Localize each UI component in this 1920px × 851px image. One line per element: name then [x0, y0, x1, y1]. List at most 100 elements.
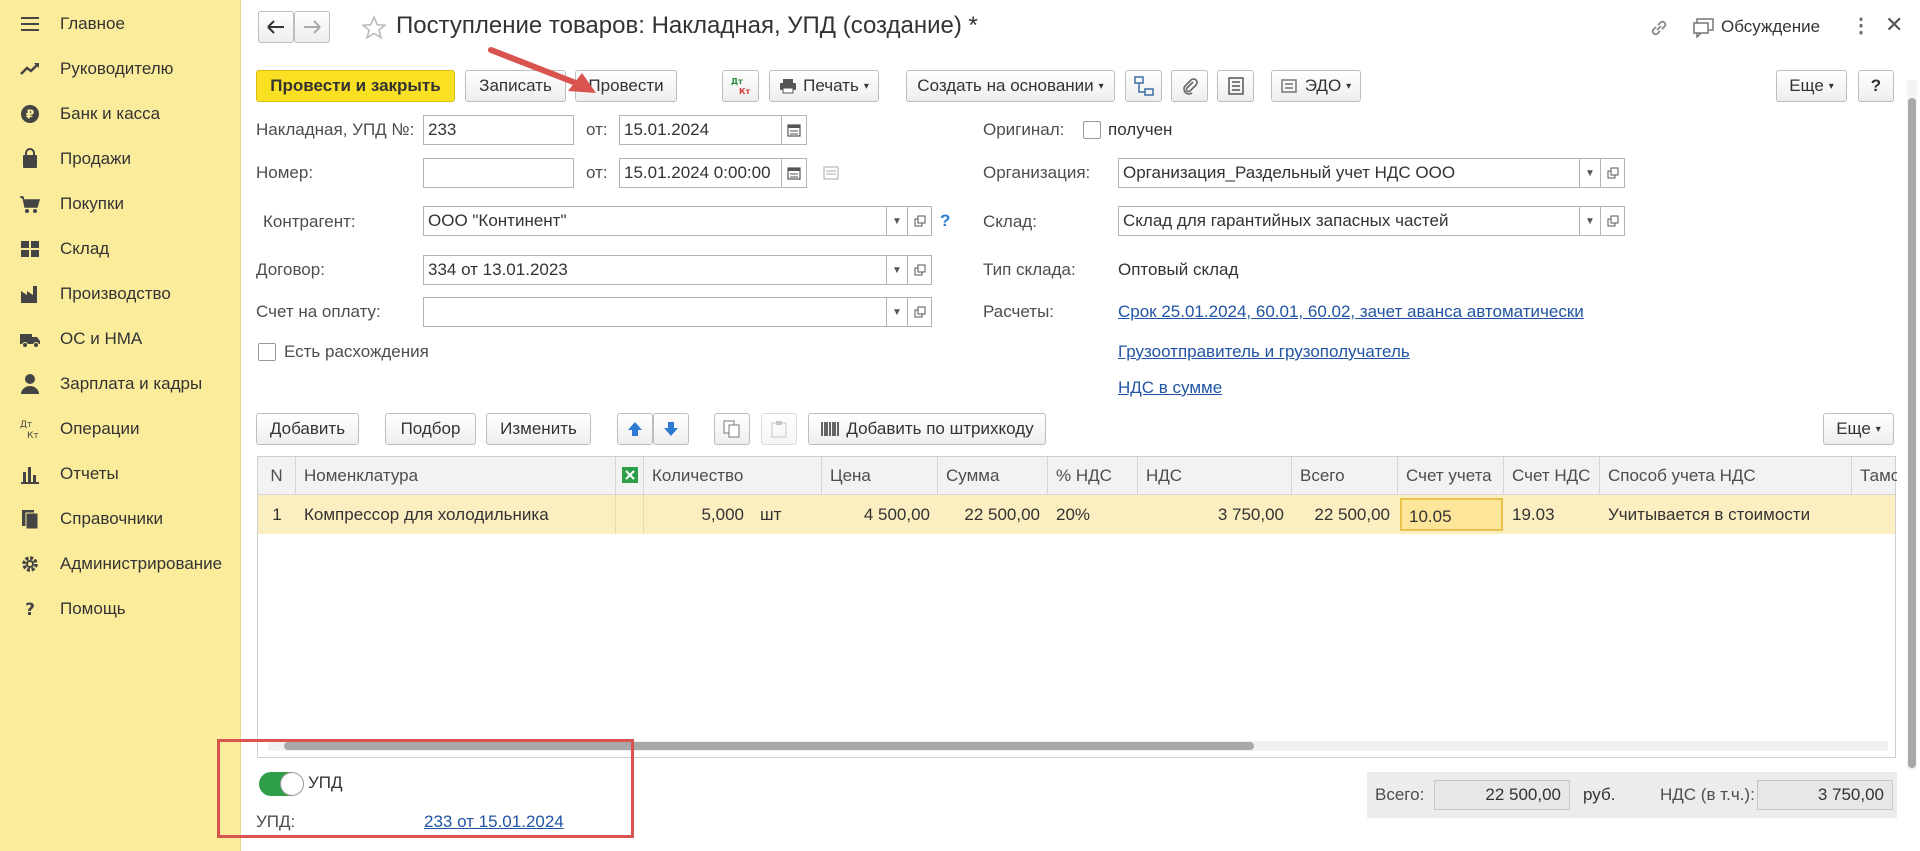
organization-input[interactable]: Организация_Раздельный учет НДС ООО	[1118, 158, 1580, 188]
column-header[interactable]: N	[258, 457, 296, 495]
sidebar-item-main[interactable]: Главное	[0, 4, 240, 44]
number-input[interactable]	[423, 158, 574, 188]
dt-kt-button[interactable]: Дт Кт	[722, 70, 759, 102]
vertical-scrollbar[interactable]	[1907, 80, 1917, 770]
original-received-checkbox[interactable]	[1083, 121, 1101, 139]
cell-vat-rate[interactable]: 20%	[1048, 495, 1138, 534]
sidebar-item-directories[interactable]: Справочники	[0, 499, 240, 539]
print-button[interactable]: Печать ▾	[769, 70, 879, 102]
sidebar-item-label: Операции	[60, 419, 140, 438]
close-icon[interactable]: ✕	[1885, 12, 1903, 38]
payment-invoice-open-button[interactable]	[907, 297, 932, 327]
column-header[interactable]: Тамо	[1852, 457, 1897, 495]
cell-sum[interactable]: 22 500,00	[938, 495, 1048, 534]
invoice-number-input[interactable]: 233	[423, 115, 574, 145]
change-button[interactable]: Изменить	[486, 413, 591, 445]
warehouse-open-button[interactable]	[1600, 206, 1625, 236]
cell-vat-method[interactable]: Учитывается в стоимости	[1600, 495, 1852, 534]
add-row-button[interactable]: Добавить	[256, 413, 359, 445]
forward-button[interactable]	[294, 11, 330, 43]
column-header[interactable]: НДС	[1138, 457, 1292, 495]
organization-open-button[interactable]	[1600, 158, 1625, 188]
column-header[interactable]: % НДС	[1048, 457, 1138, 495]
number-date-input[interactable]: 15.01.2024 0:00:00	[619, 158, 782, 188]
column-header[interactable]: Всего	[1292, 457, 1398, 495]
sidebar-item-operations[interactable]: Дт Кт Операции	[0, 409, 240, 449]
sidebar-item-help[interactable]: ? Помощь	[0, 589, 240, 629]
document-list-button[interactable]	[1217, 70, 1254, 102]
edo-button[interactable]: ЭДО ▾	[1271, 70, 1361, 102]
cell-vat-account[interactable]: 19.03	[1504, 495, 1600, 534]
sidebar-item-fixed-assets[interactable]: ОС и НМА	[0, 319, 240, 359]
contract-dropdown[interactable]: ▼	[886, 255, 908, 285]
column-header[interactable]: Количество	[644, 457, 822, 495]
payment-invoice-dropdown[interactable]: ▼	[886, 297, 908, 327]
cell-vat[interactable]: 3 750,00	[1138, 495, 1292, 534]
post-and-close-button[interactable]: Провести и закрыть	[256, 70, 455, 102]
cell-nomenclature[interactable]: Компрессор для холодильника	[296, 495, 556, 534]
payment-invoice-label: Счет на оплату:	[256, 302, 381, 321]
sidebar-item-sales[interactable]: Продажи	[0, 139, 240, 179]
attach-button[interactable]	[1171, 70, 1208, 102]
cell-total[interactable]: 22 500,00	[1292, 495, 1398, 534]
column-header[interactable]: Сумма	[938, 457, 1048, 495]
vat-in-sum-link[interactable]: НДС в сумме	[1118, 378, 1222, 398]
link-icon[interactable]	[1648, 17, 1670, 39]
contract-open-button[interactable]	[907, 255, 932, 285]
vat-total-label: НДС (в т.ч.):	[1660, 785, 1755, 804]
help-button[interactable]: ?	[1858, 70, 1894, 102]
column-header[interactable]: Номенклатура	[296, 457, 616, 495]
column-header[interactable]: Счет учета	[1398, 457, 1504, 495]
calendar-button-2[interactable]	[781, 158, 807, 188]
warehouse-dropdown[interactable]: ▼	[1579, 206, 1601, 236]
open-icon	[1607, 215, 1618, 227]
sidebar-item-reports[interactable]: Отчеты	[0, 454, 240, 494]
help-icon[interactable]: ?	[940, 211, 950, 231]
move-up-button[interactable]	[617, 413, 653, 445]
sidebar-item-purchases[interactable]: Покупки	[0, 184, 240, 224]
payment-invoice-input[interactable]	[423, 297, 887, 327]
table-more-button[interactable]: Еще ▾	[1823, 413, 1894, 445]
column-header[interactable]: Способ учета НДС	[1600, 457, 1852, 495]
column-header[interactable]: Цена	[822, 457, 938, 495]
table-row[interactable]: 1 Компрессор для холодильника 5,000 шт 4…	[258, 495, 1895, 534]
sidebar-item-warehouse[interactable]: Склад	[0, 229, 240, 269]
copy-button[interactable]	[714, 413, 750, 445]
sidebar-item-production[interactable]: Производство	[0, 274, 240, 314]
column-header[interactable]: Счет НДС	[1504, 457, 1600, 495]
back-button[interactable]	[258, 11, 294, 43]
counterparty-open-button[interactable]	[907, 206, 932, 236]
structure-button[interactable]	[1125, 70, 1162, 102]
sidebar-item-admin[interactable]: Администрирование	[0, 544, 240, 584]
discrepancy-checkbox[interactable]	[258, 343, 276, 361]
counterparty-dropdown[interactable]: ▼	[886, 206, 908, 236]
settlements-link[interactable]: Срок 25.01.2024, 60.01, 60.02, зачет ава…	[1118, 302, 1584, 322]
vertical-scrollbar-thumb[interactable]	[1908, 98, 1916, 768]
contract-input[interactable]: 334 от 13.01.2023	[423, 255, 887, 285]
calendar-button[interactable]	[781, 115, 807, 145]
more-button[interactable]: Еще ▾	[1776, 70, 1847, 102]
sidebar-item-bank[interactable]: ₽ Банк и касса	[0, 94, 240, 134]
organization-dropdown[interactable]: ▼	[1579, 158, 1601, 188]
paste-button[interactable]	[761, 413, 797, 445]
create-based-on-button[interactable]: Создать на основании ▾	[906, 70, 1115, 102]
sidebar-item-manager[interactable]: Руководителю	[0, 49, 240, 89]
sidebar-item-label: Покупки	[60, 194, 124, 213]
cell-account[interactable]: 10.05	[1400, 498, 1503, 531]
more-vertical-icon[interactable]: ⋮	[1851, 13, 1871, 38]
invoice-date-input[interactable]: 15.01.2024	[619, 115, 782, 145]
counterparty-input[interactable]: ООО "Континент"	[423, 206, 887, 236]
cell-unit[interactable]: шт	[752, 495, 822, 534]
star-icon[interactable]	[361, 15, 387, 41]
warehouse-input[interactable]: Склад для гарантийных запасных частей	[1118, 206, 1580, 236]
discussion-link[interactable]: Обсуждение	[1721, 17, 1820, 37]
shipper-consignee-link[interactable]: Грузоотправитель и грузополучатель	[1118, 342, 1410, 362]
sidebar-item-salary[interactable]: Зарплата и кадры	[0, 364, 240, 404]
keyboard-icon[interactable]	[823, 166, 839, 180]
move-down-button[interactable]	[653, 413, 689, 445]
add-by-barcode-button[interactable]: Добавить по штрихкоду	[808, 413, 1046, 445]
pick-button[interactable]: Подбор	[385, 413, 476, 445]
cell-quantity[interactable]: 5,000	[644, 495, 752, 534]
discussion-icon[interactable]	[1693, 18, 1715, 38]
cell-price[interactable]: 4 500,00	[822, 495, 938, 534]
